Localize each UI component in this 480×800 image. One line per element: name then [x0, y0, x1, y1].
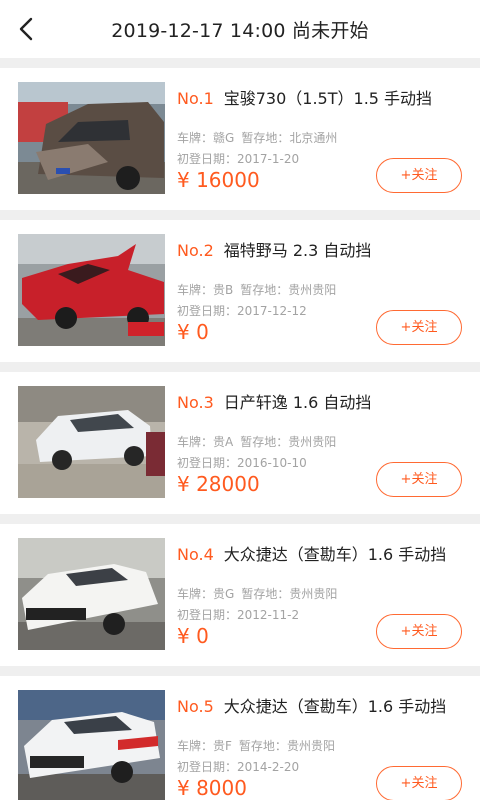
- storage-value: 北京通州: [289, 131, 338, 145]
- plate-storage: 车牌：赣G 暂存地：北京通州: [177, 131, 338, 145]
- price: ¥ 8000: [177, 776, 247, 800]
- storage-value: 贵州贵阳: [289, 587, 338, 601]
- registration-date: 初登日期：2016-10-10: [177, 456, 307, 470]
- follow-button[interactable]: +关注: [376, 614, 462, 649]
- registration-date: 初登日期：2017-1-20: [177, 152, 300, 166]
- plate-value: 贵A: [213, 435, 234, 449]
- storage-value: 贵州贵阳: [288, 283, 337, 297]
- price: ¥ 0: [177, 624, 209, 648]
- car-title: No.5 大众捷达（查勘车）1.6 手动挡: [177, 693, 446, 717]
- registration-date: 初登日期：2017-12-12: [177, 304, 307, 318]
- car-list: No.1 宝骏730（1.5T）1.5 手动挡 车牌：赣G 暂存地：北京通州 初登日…: [0, 68, 480, 800]
- price: ¥ 0: [177, 320, 209, 344]
- plate-value: 贵F: [213, 739, 232, 753]
- car-name: 大众捷达（查勘车）1.6 手动挡: [223, 545, 447, 564]
- reg-date-value: 2017-1-20: [237, 152, 300, 166]
- car-title: No.4 大众捷达（查勘车）1.6 手动挡: [177, 541, 446, 565]
- reg-date-value: 2017-12-12: [237, 304, 307, 318]
- price: ¥ 28000: [177, 472, 260, 496]
- plate-value: 贵G: [213, 587, 235, 601]
- storage-value: 贵州贵阳: [288, 435, 337, 449]
- follow-button[interactable]: +关注: [376, 158, 462, 193]
- lot-number: No.5: [177, 697, 214, 716]
- lot-number: No.1: [177, 89, 214, 108]
- reg-date-value: 2012-11-2: [237, 608, 300, 622]
- follow-button[interactable]: +关注: [376, 766, 462, 800]
- car-card[interactable]: No.2 福特野马 2.3 自动挡 车牌：贵B 暂存地：贵州贵阳 初登日期：2017…: [0, 220, 480, 362]
- car-title: No.1 宝骏730（1.5T）1.5 手动挡: [177, 85, 432, 109]
- car-name: 大众捷达（查勘车）1.6 手动挡: [223, 697, 447, 716]
- car-name: 福特野马 2.3 自动挡: [223, 241, 372, 260]
- plate-value: 赣G: [213, 131, 235, 145]
- car-card[interactable]: No.5 大众捷达（查勘车）1.6 手动挡 车牌：贵F 暂存地：贵州贵阳 初登日期：…: [0, 676, 480, 800]
- car-card[interactable]: No.4 大众捷达（查勘车）1.6 手动挡 车牌：贵G 暂存地：贵州贵阳 初登日期：…: [0, 524, 480, 666]
- plate-storage: 车牌：贵F 暂存地：贵州贵阳: [177, 739, 335, 753]
- car-photo: [18, 386, 165, 498]
- car-photo: [18, 690, 165, 800]
- lot-number: No.2: [177, 241, 214, 260]
- car-card[interactable]: No.1 宝骏730（1.5T）1.5 手动挡 车牌：赣G 暂存地：北京通州 初登日…: [0, 68, 480, 210]
- car-photo: [18, 234, 165, 346]
- reg-date-value: 2016-10-10: [237, 456, 307, 470]
- lot-number: No.3: [177, 393, 214, 412]
- registration-date: 初登日期：2012-11-2: [177, 608, 300, 622]
- storage-value: 贵州贵阳: [286, 739, 335, 753]
- lot-number: No.4: [177, 545, 214, 564]
- car-title: No.2 福特野马 2.3 自动挡: [177, 237, 371, 261]
- car-title: No.3 日产轩逸 1.6 自动挡: [177, 389, 371, 413]
- follow-button[interactable]: +关注: [376, 310, 462, 345]
- registration-date: 初登日期：2014-2-20: [177, 760, 300, 774]
- plate-value: 贵B: [213, 283, 234, 297]
- follow-button[interactable]: +关注: [376, 462, 462, 497]
- price: ¥ 16000: [177, 168, 260, 192]
- reg-date-value: 2014-2-20: [237, 760, 300, 774]
- top-bar: 2019-12-17 14:00 尚未开始: [0, 0, 480, 58]
- plate-storage: 车牌：贵G 暂存地：贵州贵阳: [177, 587, 338, 601]
- car-card[interactable]: No.3 日产轩逸 1.6 自动挡 车牌：贵A 暂存地：贵州贵阳 初登日期：2016…: [0, 372, 480, 514]
- plate-storage: 车牌：贵A 暂存地：贵州贵阳: [177, 435, 337, 449]
- plate-storage: 车牌：贵B 暂存地：贵州贵阳: [177, 283, 337, 297]
- car-name: 宝骏730（1.5T）1.5 手动挡: [223, 89, 433, 108]
- car-photo: [18, 538, 165, 650]
- car-name: 日产轩逸 1.6 自动挡: [223, 393, 372, 412]
- page-title: 2019-12-17 14:00 尚未开始: [111, 20, 369, 42]
- car-photo: [18, 82, 165, 194]
